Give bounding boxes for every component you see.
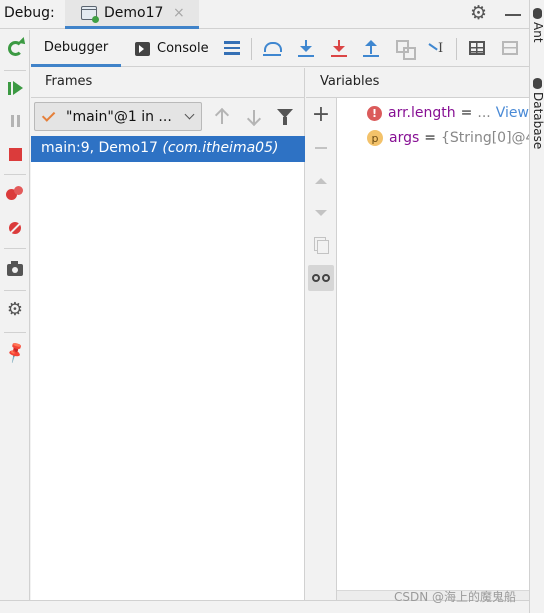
force-step-into-icon[interactable]: [329, 38, 349, 58]
variables-title: Variables: [320, 74, 380, 89]
gear-icon[interactable]: ⚙: [470, 2, 487, 24]
toolbar-separator: [456, 38, 457, 60]
remove-watch-icon[interactable]: [308, 135, 334, 161]
tab-debugger[interactable]: Debugger: [31, 30, 121, 67]
view-breakpoints-icon[interactable]: [3, 182, 27, 206]
variables-side-toolbar: +: [306, 98, 337, 600]
mute-breakpoints-icon[interactable]: [3, 216, 27, 240]
layout-icon[interactable]: [222, 38, 242, 58]
variable-name: args: [389, 130, 420, 146]
chevron-down-icon: [184, 109, 195, 120]
frames-list: main:9, Demo17 (com.itheima05): [31, 136, 305, 600]
thread-selector-value: "main"@1 in ...: [66, 108, 172, 125]
watermark: CSDN @海上的魔鬼船: [394, 590, 517, 604]
arrow-up-icon[interactable]: [215, 108, 229, 126]
running-indicator-icon: [92, 16, 99, 23]
step-into-icon[interactable]: [296, 38, 316, 58]
move-up-icon[interactable]: [308, 168, 334, 194]
pin-icon[interactable]: 📌: [2, 340, 27, 365]
frames-set-icon[interactable]: [500, 38, 520, 58]
run-to-cursor-icon[interactable]: [426, 38, 446, 58]
rerun-icon[interactable]: [3, 36, 27, 60]
resume-icon[interactable]: [3, 76, 27, 100]
thread-selector[interactable]: "main"@1 in ...: [34, 102, 202, 131]
move-down-icon[interactable]: [308, 200, 334, 226]
add-watch-icon[interactable]: +: [308, 102, 334, 128]
toolbar-separator: [4, 174, 26, 175]
view-link[interactable]: View: [496, 105, 529, 121]
ant-icon: [533, 8, 542, 19]
settings-icon[interactable]: ⚙: [3, 298, 27, 322]
minimize-icon[interactable]: [505, 14, 521, 16]
pause-icon[interactable]: [3, 109, 27, 133]
variable-row[interactable]: p args = {String[0]@4: [367, 127, 529, 149]
tab-label: Debugger: [43, 39, 109, 55]
filter-icon[interactable]: [277, 109, 293, 125]
variable-row[interactable]: ! arr.length = ... View: [367, 102, 529, 124]
camera-icon[interactable]: [3, 258, 27, 282]
close-icon[interactable]: ×: [173, 5, 185, 21]
toolbar-separator: [4, 70, 26, 71]
check-icon: [41, 108, 56, 122]
debug-tool-window-header: Debug: Demo17 × ⚙: [0, 0, 529, 29]
glasses-icon[interactable]: [308, 265, 334, 291]
evaluate-table-icon[interactable]: [467, 38, 487, 58]
frame-location: main:9, Demo17: [41, 140, 158, 156]
drop-frame-icon[interactable]: [394, 38, 416, 60]
variable-equals: =: [460, 105, 473, 121]
toolbar-separator: [4, 290, 26, 291]
variables-panel-header: Variables: [306, 68, 529, 98]
variable-equals: =: [424, 130, 437, 146]
frames-title: Frames: [45, 74, 93, 89]
debugger-tabs-bar: Debugger Console: [31, 30, 529, 67]
error-icon: !: [367, 105, 382, 121]
console-icon: [135, 41, 150, 56]
right-tool-stripe: Ant Database: [529, 0, 544, 613]
stop-icon[interactable]: [3, 142, 27, 166]
toolbar-separator: [4, 248, 26, 249]
toolbar-separator: [4, 332, 26, 333]
step-over-icon[interactable]: [262, 38, 282, 58]
left-debug-toolbar: ⚙ 📌: [0, 30, 30, 600]
variable-value: ...: [477, 105, 491, 121]
database-icon: [533, 78, 542, 89]
variable-value: {String[0]@4: [441, 130, 529, 146]
sidebar-tab-database[interactable]: Database: [531, 92, 544, 149]
variable-name: arr.length: [388, 105, 456, 121]
run-tab-title: Demo17: [104, 5, 164, 21]
sidebar-tab-ant[interactable]: Ant: [531, 22, 544, 43]
parameter-icon: p: [367, 130, 383, 146]
frame-row[interactable]: main:9, Demo17 (com.itheima05): [31, 136, 305, 162]
arrow-down-icon[interactable]: [247, 108, 261, 126]
tab-label: Console: [157, 41, 209, 56]
debug-label: Debug:: [4, 5, 55, 21]
variables-tree: ! arr.length = ... View p args = {String…: [337, 98, 529, 590]
tab-console[interactable]: Console: [135, 30, 209, 67]
toolbar-separator: [251, 38, 252, 60]
frames-panel-header: Frames: [31, 68, 305, 98]
step-out-icon[interactable]: [361, 38, 381, 58]
frames-toolbar: "main"@1 in ...: [31, 98, 305, 136]
frame-package: (com.itheima05): [162, 140, 279, 156]
duplicate-watch-icon[interactable]: [308, 232, 334, 258]
run-config-tab[interactable]: Demo17 ×: [65, 0, 199, 29]
